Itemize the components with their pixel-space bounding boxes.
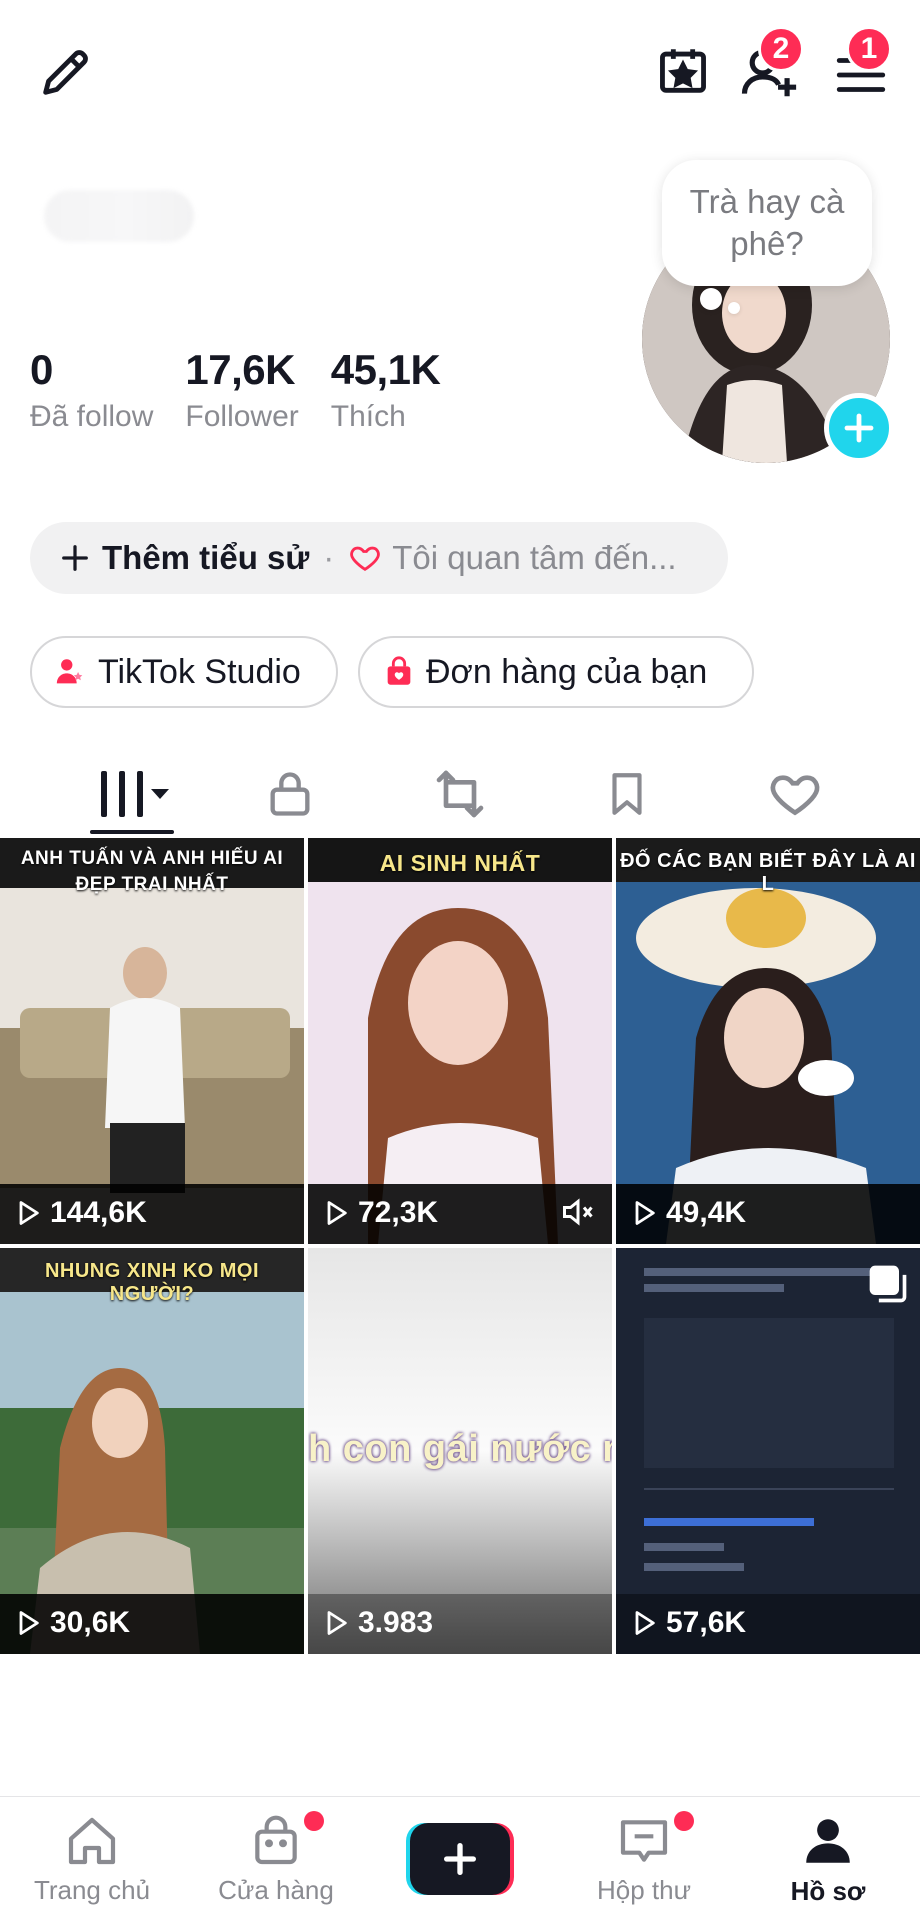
home-icon [68, 1817, 116, 1864]
play-icon [635, 1201, 655, 1225]
nav-shop[interactable]: Cửa hàng [184, 1797, 368, 1920]
tab-private[interactable] [240, 750, 340, 838]
plus-icon [62, 545, 88, 571]
video-thumbnail[interactable]: 57,6K [616, 1248, 920, 1654]
stat-following[interactable]: 0 Đã follow [30, 345, 153, 439]
play-icon [635, 1611, 655, 1635]
tab-liked[interactable] [745, 750, 845, 838]
nav-inbox[interactable]: Hộp thư [552, 1797, 736, 1920]
multi-photo-icon [869, 1265, 907, 1303]
video-thumbnail[interactable]: ANH TUẤN VÀ ANH HIẾU AI ĐẸP TRAI NHẤT 14… [0, 838, 304, 1244]
video-views: 144,6K [14, 1196, 147, 1230]
likes-count: 45,1K [330, 346, 441, 393]
orders-label: Đơn hàng của bạn [426, 652, 708, 691]
content-tabs [0, 750, 920, 838]
orders-button[interactable]: Đơn hàng của bạn [358, 636, 754, 708]
video-thumbnail[interactable]: AI SINH NHẤT 72,3K [308, 838, 612, 1244]
studio-icon [56, 659, 83, 684]
active-tab-indicator [90, 830, 174, 834]
tab-saved[interactable] [577, 750, 677, 838]
pencil-icon[interactable] [30, 38, 100, 108]
shop-notification-dot [304, 1811, 324, 1831]
play-icon [327, 1611, 347, 1635]
following-count: 0 [30, 346, 53, 393]
video-caption: h con gái nước n [308, 1428, 612, 1470]
nav-create[interactable] [368, 1797, 552, 1920]
add-story-button[interactable] [824, 393, 894, 463]
plus-create-icon [406, 1823, 514, 1895]
video-views: 3.983 [322, 1606, 433, 1640]
likes-label: Thích [330, 400, 406, 433]
calendar-star-icon[interactable] [648, 36, 718, 106]
add-friend-badge: 2 [758, 26, 804, 72]
video-caption: ĐỐ CÁC BẠN BIẾT ĐÂY LÀ AI L [620, 850, 916, 895]
shop-bag-icon [255, 1815, 297, 1864]
profile-icon [806, 1818, 850, 1863]
inbox-icon [620, 1819, 668, 1862]
tiktok-studio-label: TikTok Studio [98, 652, 301, 691]
inbox-notification-dot [674, 1811, 694, 1831]
video-views: 72,3K [322, 1196, 438, 1230]
username-placeholder [44, 190, 194, 242]
lock-icon [270, 772, 310, 816]
play-icon [19, 1611, 39, 1635]
bubble-dot-small [728, 302, 740, 314]
video-views: 57,6K [630, 1606, 746, 1640]
video-thumbnail[interactable]: ĐỐ CÁC BẠN BIẾT ĐÂY LÀ AI L 49,4K [616, 838, 920, 1244]
view-count: 72,3K [358, 1196, 439, 1229]
followers-count: 17,6K [185, 346, 295, 393]
nav-profile-label: Hồ sơ [790, 1875, 866, 1906]
video-caption: NHUNG XINH KO MỌI NGƯỜI? [44, 1260, 260, 1305]
bubble-dot [700, 288, 722, 310]
play-icon [327, 1201, 347, 1225]
video-thumbnail[interactable]: h con gái nước n 3.983 [308, 1248, 612, 1654]
tab-videos[interactable] [70, 750, 200, 838]
video-views: 30,6K [14, 1606, 130, 1640]
view-count: 3.983 [358, 1606, 434, 1639]
tab-reposts[interactable] [410, 750, 510, 838]
grid-icon [101, 771, 169, 817]
video-views: 49,4K [630, 1196, 746, 1230]
nav-profile[interactable]: Hồ sơ [736, 1797, 920, 1920]
view-count: 144,6K [50, 1196, 147, 1229]
view-count: 57,6K [666, 1606, 747, 1639]
nav-home-label: Trang chủ [33, 1874, 151, 1905]
heart-outline-icon [350, 546, 381, 572]
video-caption: ANH TUẤN VÀ ANH HIẾU AI ĐẸP TRAI NHẤT [20, 848, 284, 895]
stat-likes[interactable]: 45,1K Thích [331, 345, 441, 439]
view-count: 49,4K [666, 1196, 747, 1229]
shopping-bag-icon [387, 656, 411, 685]
bio-separator: · [323, 539, 335, 576]
bottom-navigation: Trang chủ Cửa hàng Hộp thư Hồ sơ [0, 1796, 920, 1920]
bookmark-icon [612, 773, 642, 815]
heart-icon [770, 775, 820, 816]
menu-badge: 1 [846, 26, 892, 72]
add-bio-label[interactable]: Thêm tiểu sử [102, 539, 309, 577]
nav-home[interactable]: Trang chủ [0, 1797, 184, 1920]
view-count: 30,6K [50, 1606, 131, 1639]
video-thumbnail[interactable]: NHUNG XINH KO MỌI NGƯỜI? 30,6K [0, 1248, 304, 1654]
muted-icon [563, 1198, 593, 1226]
note-bubble[interactable]: Trà hay cà phê? [662, 160, 872, 286]
following-label: Đã follow [30, 400, 154, 433]
followers-label: Follower [185, 400, 299, 433]
interest-placeholder[interactable]: Tôi quan tâm đến... [392, 539, 676, 577]
profile-stats: 0 Đã follow 17,6K Follower 45,1K Thích [30, 345, 472, 439]
nav-shop-label: Cửa hàng [218, 1874, 334, 1905]
repost-icon [436, 770, 484, 818]
stat-followers[interactable]: 17,6K Follower [185, 345, 298, 439]
play-icon [19, 1201, 39, 1225]
tiktok-studio-button[interactable]: TikTok Studio [30, 636, 338, 708]
video-caption: AI SINH NHẤT [379, 850, 541, 876]
bio-pill[interactable]: Thêm tiểu sử · Tôi quan tâm đến... [30, 522, 728, 594]
top-bar: 2 1 [0, 0, 920, 140]
nav-inbox-label: Hộp thư [596, 1874, 691, 1905]
